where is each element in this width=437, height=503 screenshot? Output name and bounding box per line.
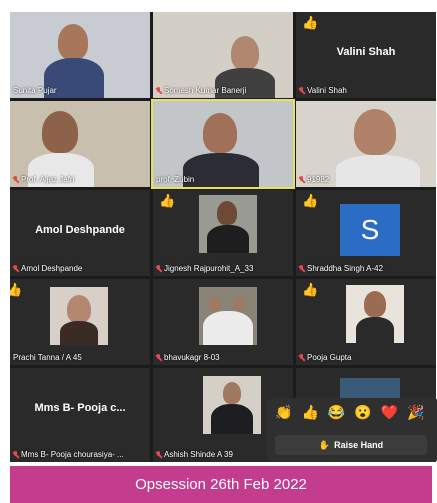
participant-tile[interactable]: Prof. Aijaz Jafri (10, 101, 150, 187)
raised-hand-icon: ✋ (318, 439, 331, 450)
avatar: S (340, 204, 400, 256)
mic-muted-icon (156, 451, 162, 458)
photo-body (207, 225, 249, 253)
participant-face (58, 24, 88, 60)
photo-face (67, 295, 91, 323)
video-grid: Sunita Pujar Somesh Kumar Banerji 👍 Vali… (10, 12, 436, 462)
participant-tile[interactable]: Mms B- Pooja c... Mms B- Pooja chourasiy… (10, 368, 150, 462)
avatar (340, 378, 400, 398)
participant-name: 91982 (299, 175, 329, 184)
screenshot-frame: Sunita Pujar Somesh Kumar Banerji 👍 Vali… (0, 0, 437, 503)
mic-muted-icon (299, 176, 305, 183)
thumbs-up-icon: 👍 (10, 282, 23, 297)
participant-face (354, 109, 396, 155)
participant-face (42, 111, 78, 153)
participant-name: bhavukagr 8-03 (156, 353, 220, 362)
photo-body (211, 404, 253, 434)
participant-name: Amol Deshpande (13, 264, 82, 273)
surprised-emoji-icon[interactable]: 😮 (354, 404, 371, 421)
participant-tile[interactable]: 👍 Prachi Tanna / A 45 (10, 279, 150, 365)
thumbs-up-icon: 👍 (302, 193, 319, 208)
participant-name: Sunita Pujar (13, 86, 57, 95)
mic-muted-icon (13, 451, 19, 458)
profile-photo (199, 195, 257, 253)
raise-hand-button[interactable]: ✋ Raise Hand (275, 435, 427, 455)
photo-face (217, 201, 237, 225)
participant-name: Prof. Aijaz Jafri (13, 175, 74, 184)
mic-muted-icon (156, 354, 162, 361)
participant-tile[interactable]: 👍 Pooja Gupta (296, 279, 436, 365)
participant-tile[interactable]: bhavukagr 8-03 (153, 279, 293, 365)
participant-face (203, 113, 237, 153)
thumbs-up-emoji-icon[interactable]: 👍 (301, 404, 318, 421)
participant-tile[interactable]: Somesh Kumar Banerji (153, 12, 293, 98)
photo-face (364, 291, 386, 317)
raise-hand-label: Raise Hand (334, 440, 384, 450)
photo-face (223, 382, 241, 404)
participant-name: Ashish Shinde A 39 (156, 450, 233, 459)
thumbs-up-icon: 👍 (159, 193, 176, 208)
clap-emoji-icon[interactable]: 👏 (275, 404, 292, 421)
mic-muted-icon (299, 354, 305, 361)
event-banner: Opsession 26th Feb 2022 (10, 466, 432, 503)
participant-body (183, 153, 259, 187)
reactions-panel: 👏 👍 😂 😮 ❤️ 🎉 ✋ Raise Hand (267, 398, 437, 462)
mic-muted-icon (156, 265, 162, 272)
participant-face (231, 36, 259, 70)
participant-display-name: Amol Deshpande (35, 224, 125, 236)
participant-tile[interactable]: 👍 Valini Shah Valini Shah (296, 12, 436, 98)
profile-photo (203, 376, 261, 434)
participant-name: prof. Zubin (156, 175, 195, 184)
profile-photo (346, 285, 404, 343)
participant-tile[interactable]: 91982 (296, 101, 436, 187)
participant-tile[interactable]: Sunita Pujar (10, 12, 150, 98)
mic-muted-icon (299, 265, 305, 272)
participant-name: Jignesh Rajpurohit_A_33 (156, 264, 253, 273)
profile-photo (199, 287, 257, 345)
participant-name: Prachi Tanna / A 45 (13, 353, 82, 362)
participant-tile[interactable]: Amol Deshpande Amol Deshpande (10, 190, 150, 276)
photo-face (233, 297, 245, 311)
participant-tile[interactable]: 👍 Jignesh Rajpurohit_A_33 (153, 190, 293, 276)
participant-display-name: Valini Shah (336, 46, 396, 58)
mic-muted-icon (13, 265, 19, 272)
mic-muted-icon (299, 87, 305, 94)
emoji-row: 👏 👍 😂 😮 ❤️ 🎉 (275, 404, 425, 421)
thumbs-up-icon: 👍 (302, 282, 319, 297)
thumbs-up-icon: 👍 (302, 15, 319, 30)
photo-body (356, 317, 394, 343)
heart-emoji-icon[interactable]: ❤️ (381, 404, 398, 421)
photo-face (209, 297, 221, 311)
participant-body (336, 155, 420, 187)
participant-name: Mms B- Pooja chourasiya- ... (13, 450, 124, 459)
participant-name: Somesh Kumar Banerji (156, 86, 246, 95)
profile-photo (50, 287, 108, 345)
photo-body (203, 311, 253, 345)
active-speaker-tile[interactable]: prof. Zubin (151, 99, 295, 189)
participant-display-name: Mms B- Pooja c... (34, 402, 126, 414)
participant-name: Shraddha Singh A-42 (299, 264, 383, 273)
participant-tile[interactable]: 👍 S Shraddha Singh A-42 (296, 190, 436, 276)
mic-muted-icon (156, 87, 162, 94)
participant-name: Pooja Gupta (299, 353, 351, 362)
mic-muted-icon (13, 176, 19, 183)
party-emoji-icon[interactable]: 🎉 (407, 404, 424, 421)
laugh-emoji-icon[interactable]: 😂 (328, 404, 345, 421)
participant-name: Valini Shah (299, 86, 347, 95)
photo-body (60, 321, 98, 345)
